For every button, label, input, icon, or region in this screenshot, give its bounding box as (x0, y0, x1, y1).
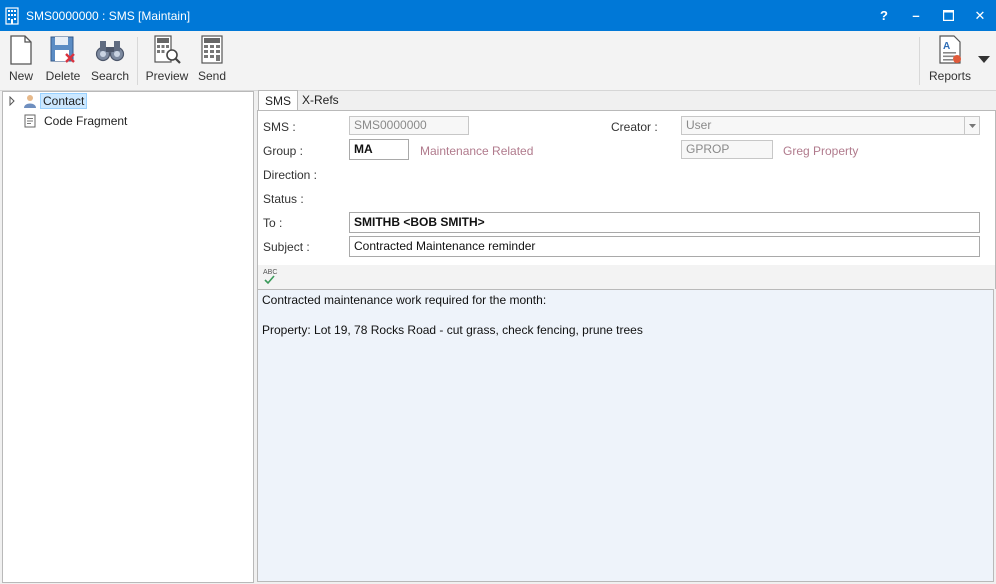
toolbar-separator (919, 37, 920, 85)
reports-label: Reports (928, 69, 972, 83)
maximize-button[interactable] (932, 0, 964, 31)
minimize-button[interactable]: – (900, 0, 932, 31)
code-fragment-icon (24, 114, 36, 128)
creator-select[interactable]: User (681, 116, 980, 135)
sms-number-field: SMS0000000 (349, 116, 469, 135)
preview-label: Preview (145, 69, 189, 83)
search-label: Search (90, 69, 130, 83)
new-document-icon (10, 35, 32, 65)
sms-form: SMS : SMS0000000 Creator : User Group : … (257, 110, 996, 265)
message-line (262, 308, 989, 323)
chevron-down-icon[interactable] (964, 117, 979, 134)
new-button[interactable]: New (4, 35, 38, 83)
message-body-editor[interactable]: Contracted maintenance work required for… (257, 289, 994, 582)
tree-item-contact[interactable]: Contact (7, 93, 88, 109)
group-code-field[interactable]: MA (349, 139, 409, 160)
spell-check-icon[interactable]: ABC (262, 269, 278, 285)
message-line: Contracted maintenance work required for… (262, 293, 547, 307)
toolbar: New Delete Search Preview Send A Reports (0, 31, 996, 91)
reports-icon: A (939, 35, 961, 64)
preview-calculator-icon (154, 35, 181, 64)
reports-dropdown-icon[interactable] (978, 56, 990, 64)
to-label: To : (263, 216, 283, 230)
preview-button[interactable]: Preview (144, 35, 190, 83)
status-label: Status : (263, 192, 304, 206)
creator-description: Greg Property (783, 144, 859, 158)
help-button[interactable]: ? (868, 0, 900, 31)
sms-label: SMS : (263, 120, 296, 134)
new-label: New (8, 69, 33, 83)
group-description: Maintenance Related (420, 144, 534, 158)
tree-item-label: Code Fragment (44, 114, 128, 128)
to-field[interactable]: SMITHB <BOB SMITH> (349, 212, 980, 233)
navigation-tree: Contact Code Fragment (2, 91, 254, 583)
creator-code-field: GPROP (681, 140, 773, 159)
tab-sms[interactable]: SMS (258, 90, 299, 111)
contact-person-icon (24, 95, 36, 108)
message-line: Property: Lot 19, 78 Rocks Road - cut gr… (262, 323, 643, 337)
tree-item-code-fragment[interactable]: Code Fragment (23, 113, 129, 129)
tree-item-label: Contact (40, 93, 88, 109)
building-icon (5, 6, 19, 25)
close-button[interactable]: ✕ (964, 0, 996, 31)
creator-value: User (686, 118, 712, 132)
send-label: Send (197, 69, 227, 83)
expand-arrow-icon[interactable] (7, 96, 17, 106)
svg-text:A: A (943, 41, 950, 52)
send-calculator-icon (201, 35, 223, 64)
subject-label: Subject : (263, 240, 310, 254)
search-button[interactable]: Search (90, 35, 130, 83)
title-bar: SMS0000000 : SMS [Maintain] ? – ✕ (0, 0, 996, 31)
toolbar-separator (137, 37, 138, 85)
creator-label: Creator : (611, 120, 658, 134)
tab-x-refs[interactable]: X-Refs (296, 90, 345, 110)
send-button[interactable]: Send (194, 35, 230, 83)
group-label: Group : (263, 144, 304, 158)
binoculars-icon (95, 41, 125, 62)
reports-button[interactable]: A Reports (926, 35, 974, 83)
delete-label: Delete (45, 69, 81, 83)
direction-label: Direction : (263, 168, 318, 182)
window-title: SMS0000000 : SMS [Maintain] (26, 8, 191, 23)
subject-field[interactable]: Contracted Maintenance reminder (349, 236, 980, 257)
maximize-icon (942, 10, 954, 21)
delete-save-icon (50, 36, 75, 63)
editor-toolbar: ABC (257, 265, 996, 289)
delete-button[interactable]: Delete (44, 35, 82, 83)
